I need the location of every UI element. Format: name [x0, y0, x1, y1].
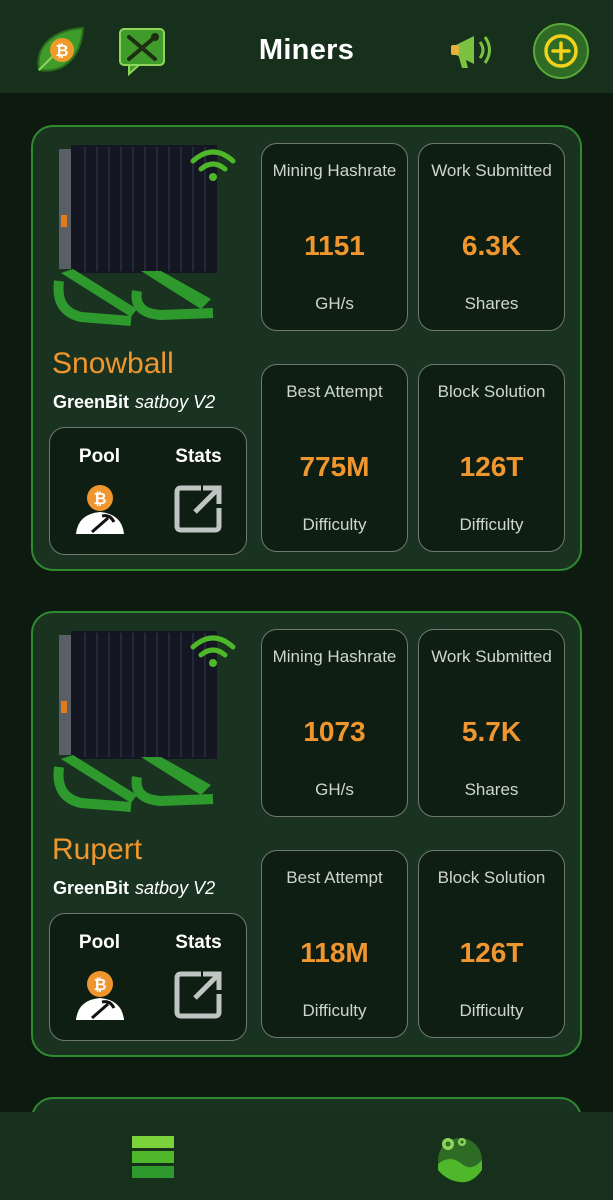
block-solution-stat: Block Solution 126T Difficulty [418, 850, 565, 1038]
pool-label: Pool [78, 446, 121, 467]
stat-value: 775M [299, 451, 370, 482]
miner-device-image [51, 141, 241, 331]
app: ₿ Miners Snowball GreenBit satboy V2 Poo… [0, 0, 613, 1200]
stat-unit: Shares [464, 780, 519, 799]
work-submitted-stat: Work Submitted 5.7K Shares [418, 629, 565, 817]
stat-label: Best Attempt [286, 868, 383, 887]
pool-label: Pool [78, 932, 121, 953]
stat-value: 118M [300, 937, 369, 968]
miners-list[interactable]: Snowball GreenBit satboy V2 Pool ₿ Stats… [0, 93, 613, 1112]
stat-unit: Shares [464, 294, 519, 313]
open-external-icon [171, 966, 227, 1022]
pool-button[interactable]: Pool ₿ [50, 914, 149, 1042]
stat-label: Work Submitted [431, 647, 552, 666]
stat-value: 1151 [304, 230, 365, 261]
miner-device-image [51, 627, 241, 817]
miners-list-icon[interactable] [126, 1132, 180, 1182]
stat-unit: Difficulty [459, 1001, 524, 1020]
miner-variant: satboy V2 [135, 392, 216, 412]
bottom-nav [0, 1112, 613, 1200]
miner-brand: GreenBit [53, 392, 130, 412]
miner-card: Snowball GreenBit satboy V2 Pool ₿ Stats… [31, 125, 582, 571]
page-title: Miners [258, 33, 355, 66]
bitcoin-leaf-icon[interactable]: ₿ [33, 24, 87, 78]
pool-button[interactable]: Pool ₿ [50, 428, 149, 556]
header-bar: ₿ Miners [0, 0, 613, 93]
miner-brand: GreenBit [53, 878, 130, 898]
stat-label: Best Attempt [286, 382, 383, 401]
stat-unit: Difficulty [302, 515, 367, 534]
stat-label: Block Solution [437, 382, 546, 401]
stats-label: Stats [175, 446, 222, 467]
stat-value: 6.3K [461, 230, 522, 261]
stat-unit: Difficulty [459, 515, 524, 534]
miner-pool-icon: ₿ [72, 480, 128, 536]
tools-chat-icon[interactable] [115, 24, 169, 78]
miner-name: Rupert [52, 833, 143, 866]
miner-actions: Pool ₿ Stats [49, 913, 247, 1041]
stat-value: 126T [459, 937, 524, 968]
svg-text:₿: ₿ [93, 489, 106, 508]
hashrate-stat: Mining Hashrate 1073 GH/s [261, 629, 408, 817]
best-attempt-stat: Best Attempt 118M Difficulty [261, 850, 408, 1038]
stat-unit: GH/s [315, 294, 354, 313]
block-solution-stat: Block Solution 126T Difficulty [418, 364, 565, 552]
stat-value: 5.7K [461, 716, 522, 747]
add-circle-icon[interactable] [532, 22, 590, 80]
miner-model: GreenBit satboy V2 [53, 878, 215, 899]
stat-label: Mining Hashrate [272, 647, 397, 666]
stat-unit: GH/s [315, 780, 354, 799]
megaphone-icon[interactable] [446, 24, 500, 78]
stats-button[interactable]: Stats [149, 428, 248, 556]
miner-actions: Pool ₿ Stats [49, 427, 247, 555]
stat-value: 126T [459, 451, 524, 482]
stat-unit: Difficulty [302, 1001, 367, 1020]
miner-pool-icon: ₿ [72, 966, 128, 1022]
open-external-icon [171, 480, 227, 536]
miner-card-partial [31, 1097, 582, 1112]
stat-value: 1073 [303, 716, 366, 747]
hashrate-stat: Mining Hashrate 1151 GH/s [261, 143, 408, 331]
svg-text:₿: ₿ [55, 41, 68, 60]
miner-model: GreenBit satboy V2 [53, 392, 215, 413]
stats-button[interactable]: Stats [149, 914, 248, 1042]
stat-label: Block Solution [437, 868, 546, 887]
miner-variant: satboy V2 [135, 878, 216, 898]
miner-card: Rupert GreenBit satboy V2 Pool ₿ Stats M… [31, 611, 582, 1057]
work-submitted-stat: Work Submitted 6.3K Shares [418, 143, 565, 331]
stat-label: Work Submitted [431, 161, 552, 180]
stats-label: Stats [175, 932, 222, 953]
stat-label: Mining Hashrate [272, 161, 397, 180]
best-attempt-stat: Best Attempt 775M Difficulty [261, 364, 408, 552]
settings-wave-icon[interactable] [432, 1130, 488, 1186]
miner-name: Snowball [52, 347, 174, 380]
svg-text:₿: ₿ [93, 975, 106, 994]
